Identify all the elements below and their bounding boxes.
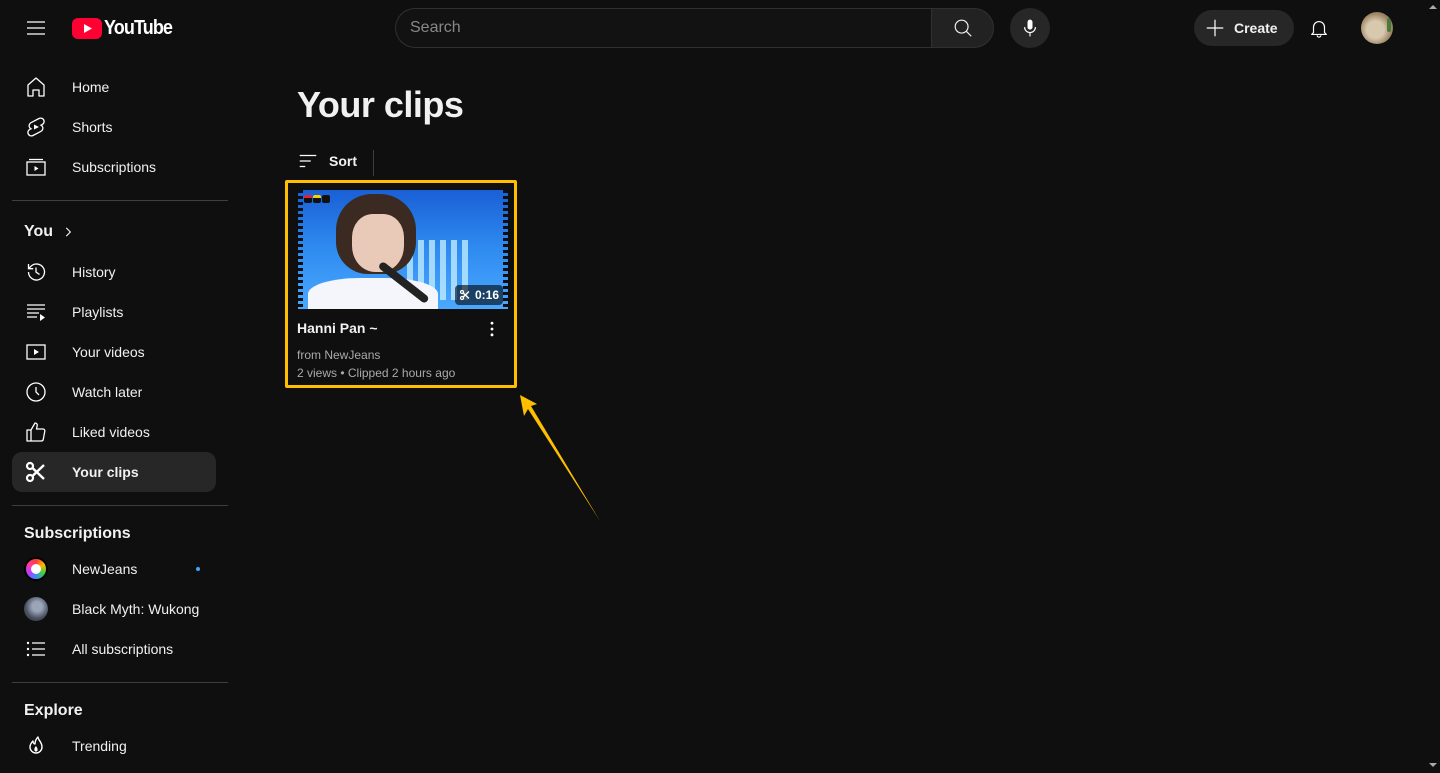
sidebar-divider — [12, 505, 228, 506]
section-title-explore: Explore — [24, 702, 83, 719]
clip-title[interactable]: Hanni Pan ~ — [297, 320, 378, 336]
scissors-icon — [24, 460, 48, 484]
sidebar-item-history[interactable]: History — [12, 252, 216, 292]
create-label: Create — [1234, 20, 1278, 36]
channel-avatar-wrap — [24, 597, 48, 621]
annotation-arrow — [520, 395, 600, 521]
like-icon — [24, 420, 48, 444]
section-title-subscriptions: Subscriptions — [24, 525, 131, 542]
sort-label: Sort — [329, 153, 357, 169]
sidebar-item-label: Your clips — [72, 464, 139, 480]
home-icon — [24, 75, 48, 99]
trending-icon — [24, 734, 48, 758]
channel-watermark — [304, 195, 330, 203]
clip-stats: 2 views • Clipped 2 hours ago — [297, 366, 456, 380]
sidebar-item-subscriptions[interactable]: Subscriptions — [12, 147, 216, 187]
sidebar-item-label: Home — [72, 79, 110, 95]
sidebar-item-label: NewJeans — [72, 561, 138, 577]
thumbnail-face — [352, 214, 404, 272]
sidebar-divider — [12, 200, 228, 201]
sidebar-item-label: Subscriptions — [72, 159, 157, 175]
voice-search-button[interactable] — [1010, 8, 1050, 48]
page-title: Your clips — [297, 84, 464, 125]
youtube-logo[interactable]: YouTube — [72, 17, 180, 40]
bell-icon — [1311, 21, 1327, 38]
sidebar-item-label: Watch later — [72, 384, 143, 400]
scissors-icon — [459, 289, 470, 301]
watch-later-icon — [24, 380, 48, 404]
black-myth-avatar — [24, 597, 48, 621]
subscriptions-icon — [24, 155, 48, 179]
sidebar-item-shorts[interactable]: Shorts — [12, 107, 216, 147]
sidebar-section-you[interactable]: You — [24, 223, 75, 241]
clip-duration: 0:16 — [474, 288, 499, 302]
playlists-icon — [24, 300, 48, 324]
sidebar-item-watch-later[interactable]: Watch later — [12, 372, 216, 412]
clip-more-actions-button[interactable] — [480, 317, 504, 341]
shorts-icon — [24, 115, 48, 139]
sort-button[interactable]: Sort — [297, 148, 357, 174]
sort-separator — [373, 150, 374, 176]
sidebar-item-home[interactable]: Home — [12, 67, 216, 107]
search-input[interactable] — [395, 8, 931, 48]
sidebar-channel-newjeans[interactable]: NewJeans — [12, 549, 216, 589]
clip-edge-left — [298, 190, 303, 309]
sidebar-item-all-subscriptions[interactable]: All subscriptions — [12, 629, 216, 669]
create-button[interactable]: Create — [1194, 10, 1294, 46]
microphone-icon — [1024, 19, 1036, 37]
sidebar-item-label: Liked videos — [72, 424, 150, 440]
sidebar-channel-black-myth-wukong[interactable]: Black Myth: Wukong — [12, 589, 216, 629]
chevron-right-icon — [65, 227, 72, 237]
sidebar-item-your-clips[interactable]: Your clips — [12, 452, 216, 492]
sidebar-item-label: History — [72, 264, 116, 280]
section-title-you: You — [24, 223, 54, 240]
sidebar-item-playlists[interactable]: Playlists — [12, 292, 216, 332]
sidebar-item-label: Trending — [72, 738, 127, 754]
sidebar-item-trending[interactable]: Trending — [12, 726, 216, 766]
sidebar-item-your-videos[interactable]: Your videos — [12, 332, 216, 372]
sidebar-item-label: Black Myth: Wukong — [72, 601, 200, 617]
search-button[interactable] — [931, 8, 994, 48]
scroll-down-arrow[interactable] — [1429, 763, 1437, 767]
youtube-play-logo-icon — [72, 18, 102, 39]
sidebar-item-label: Shorts — [72, 119, 113, 135]
clip-duration-badge: 0:16 — [454, 285, 503, 305]
sort-icon — [299, 154, 317, 168]
clip-source[interactable]: from NewJeans — [297, 348, 380, 362]
notifications-button[interactable] — [1299, 8, 1339, 48]
account-avatar[interactable] — [1361, 12, 1393, 44]
sidebar-item-label: Your videos — [72, 344, 145, 360]
your-videos-icon — [24, 340, 48, 364]
plus-icon — [1206, 19, 1224, 37]
channel-avatar-wrap — [24, 557, 48, 581]
hamburger-menu-icon — [27, 21, 45, 35]
search-bar — [395, 8, 994, 48]
search-icon — [954, 19, 972, 37]
guide-menu-button[interactable] — [16, 8, 56, 48]
history-icon — [24, 260, 48, 284]
top-bar: YouTube Create — [0, 0, 1440, 56]
more-vert-icon — [490, 321, 494, 337]
sidebar-divider — [12, 682, 228, 683]
new-content-dot — [196, 567, 200, 571]
clip-edge-right — [503, 190, 508, 309]
sidebar: Home Shorts Subscriptions You History Pl… — [0, 56, 240, 773]
clip-card[interactable]: 0:16 Hanni Pan ~ from NewJeans 2 views •… — [285, 180, 517, 388]
sidebar-item-label: Playlists — [72, 304, 124, 320]
logo-text: YouTube — [104, 17, 173, 39]
newjeans-avatar — [24, 557, 48, 581]
clip-thumbnail[interactable]: 0:16 — [298, 190, 508, 309]
list-icon — [24, 637, 48, 661]
sidebar-item-liked-videos[interactable]: Liked videos — [12, 412, 216, 452]
scroll-up-arrow[interactable] — [1429, 5, 1437, 9]
sidebar-item-label: All subscriptions — [72, 641, 174, 657]
